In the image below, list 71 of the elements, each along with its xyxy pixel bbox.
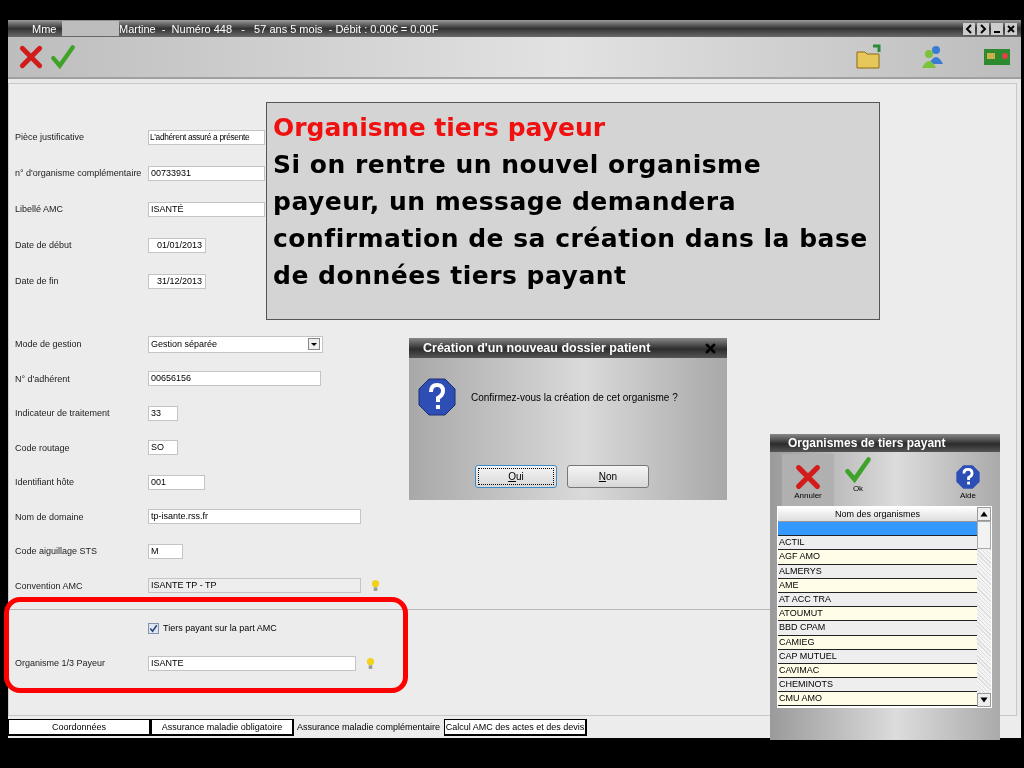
input-field[interactable]: ISANTE [148, 655, 356, 671]
input-field[interactable]: 01/01/2013 [148, 237, 206, 253]
window-title: Martine - Numéro 448 - 57 ans 5 mois - Débit : 0.00€ = 0.00F [119, 22, 439, 35]
toolbar-button[interactable]: Aide [942, 454, 994, 506]
input-field[interactable]: 31/12/2013 [148, 273, 206, 289]
list-row[interactable]: CHEMINOTS [778, 678, 977, 693]
field-label: Mode de gestion [14, 339, 83, 350]
input-field[interactable]: ISANTE TP - TP [148, 578, 361, 594]
list-row[interactable] [778, 522, 977, 537]
minimize-icon[interactable] [991, 22, 1003, 35]
help-icon [954, 463, 982, 491]
scroll-thumb[interactable] [977, 521, 991, 549]
column-header[interactable]: Nom des organismes [778, 507, 977, 522]
scrollbar[interactable] [977, 507, 991, 707]
input-field[interactable]: 001 [148, 474, 205, 490]
close-icon[interactable] [1005, 22, 1017, 35]
lightbulb-icon[interactable] [366, 656, 375, 670]
field-label: n° d'organisme complémentaire [14, 168, 143, 178]
checkmark-icon[interactable] [50, 44, 76, 70]
dialog-title: Création d'un nouveau dossier patient [423, 341, 651, 355]
field-label: Organisme 1/3 Payeur [14, 658, 107, 669]
hidden-name-block [62, 21, 119, 36]
field-label: N° d'adhérent [14, 373, 71, 384]
question-icon [417, 377, 457, 417]
field-label: Identifiant hôte [14, 477, 76, 488]
field-label: Code aiguillage STS [14, 546, 99, 557]
lightbulb-icon[interactable] [371, 579, 380, 593]
list-row[interactable]: AGF AMO [778, 550, 977, 565]
input-field[interactable]: 33 [148, 405, 178, 421]
field-label: Nom de domaine [14, 511, 85, 522]
toolbar-button[interactable]: Ok [838, 454, 878, 506]
input-field[interactable]: L'adhérent assuré a présente [148, 129, 265, 145]
tab[interactable]: Coordonnées [8, 719, 151, 736]
toolbar-button[interactable]: Annuler [782, 454, 834, 506]
input-field[interactable]: tp-isante.rss.fr [148, 509, 361, 525]
dialog-message: Confirmez-vous la création de cet organisme ? [471, 391, 678, 403]
dialog-button[interactable]: Non [567, 465, 649, 488]
dropdown-field[interactable]: Gestion séparée [148, 335, 323, 353]
cancel-icon [794, 463, 822, 491]
callout-title: Organisme tiers payeur [273, 112, 607, 144]
scroll-up-icon[interactable] [977, 507, 991, 521]
field-label: Code routage [14, 442, 71, 453]
list-row[interactable]: ACTIL [778, 536, 977, 551]
field-label: Convention AMC [14, 580, 84, 591]
field-label: Date de début [14, 240, 73, 250]
input-field[interactable]: M [148, 543, 183, 559]
dialog-button[interactable]: Oui [475, 465, 557, 488]
checkmark-icon [844, 456, 872, 484]
input-field[interactable]: 00656156 [148, 371, 321, 387]
checkbox-label: Tiers payant sur la part AMC [163, 623, 277, 633]
checkbox[interactable] [148, 622, 159, 634]
list-row[interactable]: CMU AMO [778, 692, 977, 707]
scroll-down-icon[interactable] [977, 693, 991, 707]
field-label: Date de fin [14, 276, 60, 286]
folder-icon[interactable] [855, 44, 883, 70]
previous-icon[interactable] [963, 22, 975, 35]
cancel-icon[interactable] [18, 44, 44, 70]
field-label: Libellé AMC [14, 204, 65, 214]
field-label: Pièce justificative [14, 132, 86, 142]
list-row[interactable]: BBD CPAM [778, 621, 977, 636]
input-field[interactable]: ISANTÉ [148, 201, 265, 217]
input-field[interactable]: 00733931 [148, 165, 265, 181]
next-icon[interactable] [977, 22, 989, 35]
field-label: Indicateur de traitement [14, 408, 111, 419]
callout-text: Si on rentre un nouvel organisme payeur, un message demandera confirmation de sa création dans la base de données tiers payant [273, 149, 869, 292]
picker-title: Organismes de tiers payant [770, 434, 1000, 452]
tab[interactable]: Calcul AMC des actes et des devis [444, 719, 588, 736]
list-row[interactable]: ATOUMUT [778, 607, 977, 622]
window-title-prefix: Mme [32, 22, 58, 35]
tab[interactable]: Assurance maladie obligatoire [151, 719, 294, 736]
input-field[interactable]: SO [148, 440, 178, 456]
